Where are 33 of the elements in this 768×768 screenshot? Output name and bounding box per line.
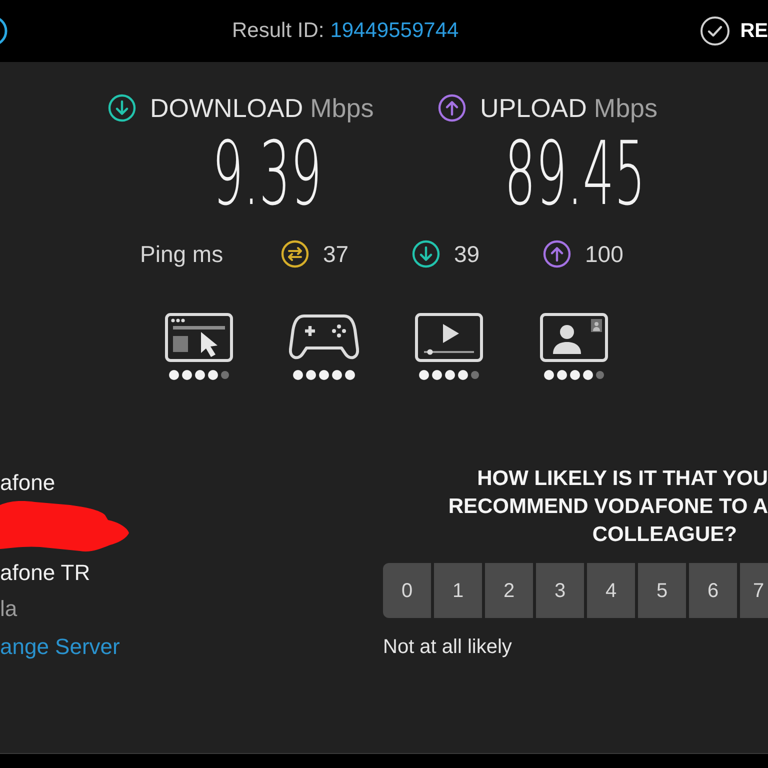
results-label[interactable]: RE	[740, 16, 768, 46]
change-server-link[interactable]: ange Server	[0, 628, 120, 666]
survey-question: HOW LIKELY IS IT THAT YOU RECOMMEND VODAFONE TO A COLLEAGUE?	[448, 466, 768, 548]
score-button[interactable]: 0	[383, 563, 431, 618]
score-button[interactable]: 4	[587, 563, 635, 618]
score-button[interactable]: 3	[536, 563, 584, 618]
provider-text: afone TR	[0, 559, 92, 587]
speed-label: UPLOAD	[480, 95, 587, 121]
speed-value: 89.45	[504, 130, 646, 218]
score-button[interactable]: 2	[485, 563, 533, 618]
ping-value: 37	[323, 240, 349, 269]
score-button[interactable]: 5	[638, 563, 686, 618]
gamepad-icon	[289, 313, 359, 362]
result-id-link[interactable]: 19449559744	[330, 15, 459, 47]
two-way-arrows-icon	[281, 240, 309, 268]
ping-value: 39	[454, 240, 480, 269]
ping-value: 100	[585, 240, 624, 269]
video-call-icon	[540, 313, 608, 362]
location-text: la	[0, 595, 18, 623]
score-button[interactable]: 6	[689, 563, 737, 618]
result-label: Result ID:	[232, 18, 324, 44]
browser-cursor-icon	[165, 313, 233, 362]
speed-label: DOWNLOAD	[150, 95, 304, 121]
score-button[interactable]: 1	[434, 563, 482, 618]
unit-label: Mbps	[594, 95, 658, 121]
scale-low-label: Not at all likely	[383, 635, 513, 659]
ping-label: Ping ms	[140, 240, 224, 267]
video-player-icon	[415, 313, 483, 362]
unit-label: Mbps	[310, 95, 374, 121]
check-circle-icon[interactable]	[700, 16, 730, 46]
speed-value: 9.39	[212, 130, 322, 218]
score-button[interactable]: 7	[740, 563, 768, 618]
provider-text: afone	[0, 469, 56, 497]
